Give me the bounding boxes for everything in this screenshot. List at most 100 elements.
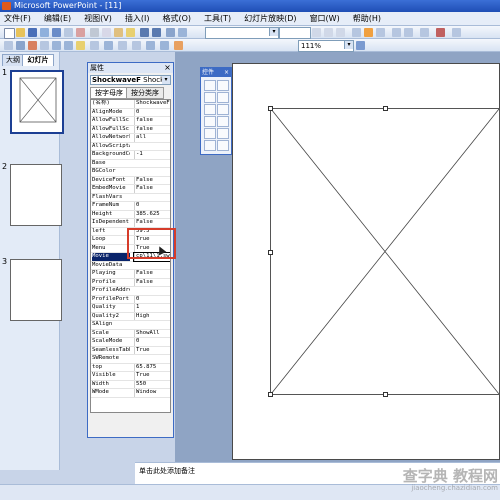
property-row[interactable]: EmbedMovie False	[91, 185, 170, 194]
property-value[interactable]: 385.625	[134, 210, 170, 218]
design-icon[interactable]	[452, 28, 461, 37]
indent-icon[interactable]	[420, 28, 429, 37]
underline-icon[interactable]	[336, 28, 345, 37]
property-value[interactable]: -1	[134, 151, 170, 159]
property-row[interactable]: AlignMode 0	[91, 108, 170, 117]
close-icon[interactable]: ×	[163, 63, 172, 72]
hyperlink-icon[interactable]	[28, 41, 37, 50]
cut-icon[interactable]	[90, 28, 99, 37]
property-row[interactable]: DeviceFont False	[91, 176, 170, 185]
zoom-in-icon[interactable]	[146, 41, 155, 50]
spelling-icon[interactable]	[76, 28, 85, 37]
more-controls-icon[interactable]	[217, 140, 229, 151]
property-row[interactable]: SAlign	[91, 321, 170, 330]
toggle-tool-icon[interactable]	[204, 116, 216, 127]
menu-insert[interactable]: 插入(I)	[125, 13, 150, 24]
property-row[interactable]: Quality 1	[91, 304, 170, 313]
menu-file[interactable]: 文件(F)	[4, 13, 31, 24]
align-left-icon[interactable]	[352, 28, 361, 37]
slide-thumbnail-3[interactable]	[10, 259, 62, 321]
spin-tool-icon[interactable]	[217, 116, 229, 127]
property-row[interactable]: Scale ShowAll	[91, 329, 170, 338]
property-row[interactable]: Width 550	[91, 380, 170, 389]
property-row[interactable]: WMode Window	[91, 389, 170, 398]
color-icon[interactable]	[132, 41, 141, 50]
image-icon[interactable]	[64, 41, 73, 50]
textbox-tool-icon[interactable]	[217, 80, 229, 91]
menu-view[interactable]: 视图(V)	[84, 13, 112, 24]
tab-outline[interactable]: 大纲	[2, 54, 24, 66]
move-icon[interactable]	[4, 41, 13, 50]
property-value[interactable]: False	[134, 278, 170, 286]
checkbox-tool-icon[interactable]	[204, 80, 216, 91]
help-question-icon[interactable]	[356, 41, 365, 50]
property-value[interactable]: False	[134, 270, 170, 278]
shockwave-flash-object[interactable]	[268, 106, 500, 397]
property-value[interactable]: 0	[134, 108, 170, 116]
save-icon[interactable]	[28, 28, 37, 37]
properties-title-bar[interactable]: 属性 ×	[88, 63, 173, 73]
font-color-icon[interactable]	[436, 28, 445, 37]
property-value[interactable]: Window	[134, 389, 170, 397]
label-tool-icon[interactable]	[217, 128, 229, 139]
property-value[interactable]: False	[134, 176, 170, 184]
property-value[interactable]: all	[134, 134, 170, 142]
help-icon[interactable]	[174, 41, 183, 50]
align-center-icon[interactable]	[364, 28, 373, 37]
property-value[interactable]: True	[134, 372, 170, 380]
property-row[interactable]: AllowScriptA	[91, 143, 170, 151]
tables-borders-icon[interactable]	[40, 41, 49, 50]
bold-icon[interactable]	[312, 28, 321, 37]
property-row[interactable]: FlashVars	[91, 194, 170, 202]
print-icon[interactable]	[52, 28, 61, 37]
property-row[interactable]: top 65.875	[91, 363, 170, 372]
property-row[interactable]: BGColor	[91, 168, 170, 177]
wordart-icon[interactable]	[76, 41, 85, 50]
resize-handle[interactable]	[383, 392, 388, 397]
close-icon[interactable]: ×	[224, 68, 229, 77]
resize-handle[interactable]	[268, 106, 273, 111]
property-row[interactable]: IsDependent False	[91, 219, 170, 228]
menu-tools[interactable]: 工具(T)	[204, 13, 231, 24]
resize-handle[interactable]	[383, 106, 388, 111]
property-value[interactable]: 65.875	[134, 363, 170, 371]
property-row[interactable]: SeamlessTabb True	[91, 346, 170, 355]
paste-icon[interactable]	[114, 28, 123, 37]
chevron-down-icon[interactable]: ▾	[344, 41, 353, 49]
property-value[interactable]: False	[134, 219, 170, 227]
grayscale-icon[interactable]	[90, 41, 99, 50]
property-value[interactable]: 0	[134, 295, 170, 303]
zoom-out-icon[interactable]	[160, 41, 169, 50]
property-value[interactable]: High	[134, 312, 170, 320]
scrollbar-tool-icon[interactable]	[204, 128, 216, 139]
open-icon[interactable]	[16, 28, 25, 37]
menu-window[interactable]: 窗口(W)	[310, 13, 340, 24]
property-row[interactable]: FrameNum 0	[91, 202, 170, 211]
toolbox-title-bar[interactable]: 控件 ×	[201, 68, 231, 77]
property-row[interactable]: Quality2 High	[91, 312, 170, 321]
new-icon[interactable]	[4, 28, 15, 39]
property-value[interactable]: false	[134, 125, 170, 133]
property-row[interactable]: ScaleMode 0	[91, 338, 170, 347]
property-row[interactable]: ProfileAddre	[91, 287, 170, 296]
italic-icon[interactable]	[324, 28, 333, 37]
slide-thumbnail-1[interactable]	[10, 70, 64, 134]
property-row[interactable]: MovieData	[91, 262, 170, 270]
property-row[interactable]: Playing False	[91, 270, 170, 279]
property-row[interactable]: Visible True	[91, 372, 170, 381]
numbering-icon[interactable]	[392, 28, 401, 37]
object-selector[interactable]: ShockwaveF ShockwaveF ▾	[90, 75, 171, 85]
property-value[interactable]: False	[134, 185, 170, 193]
property-value[interactable]: ShockwaveFl	[134, 100, 170, 108]
property-row[interactable]: AllowFullScr false	[91, 117, 170, 126]
property-row[interactable]: AllowNetwork all	[91, 134, 170, 143]
format-painter-icon[interactable]	[126, 28, 135, 37]
slide-thumbnail-2[interactable]	[10, 164, 62, 226]
resize-handle[interactable]	[268, 250, 273, 255]
chevron-down-icon[interactable]: ▾	[162, 76, 170, 84]
listbox-tool-icon[interactable]	[204, 104, 216, 115]
redo-icon[interactable]	[152, 28, 161, 37]
show-grid-icon[interactable]	[104, 41, 113, 50]
property-value[interactable]: 1	[134, 304, 170, 312]
menu-format[interactable]: 格式(O)	[162, 13, 191, 24]
